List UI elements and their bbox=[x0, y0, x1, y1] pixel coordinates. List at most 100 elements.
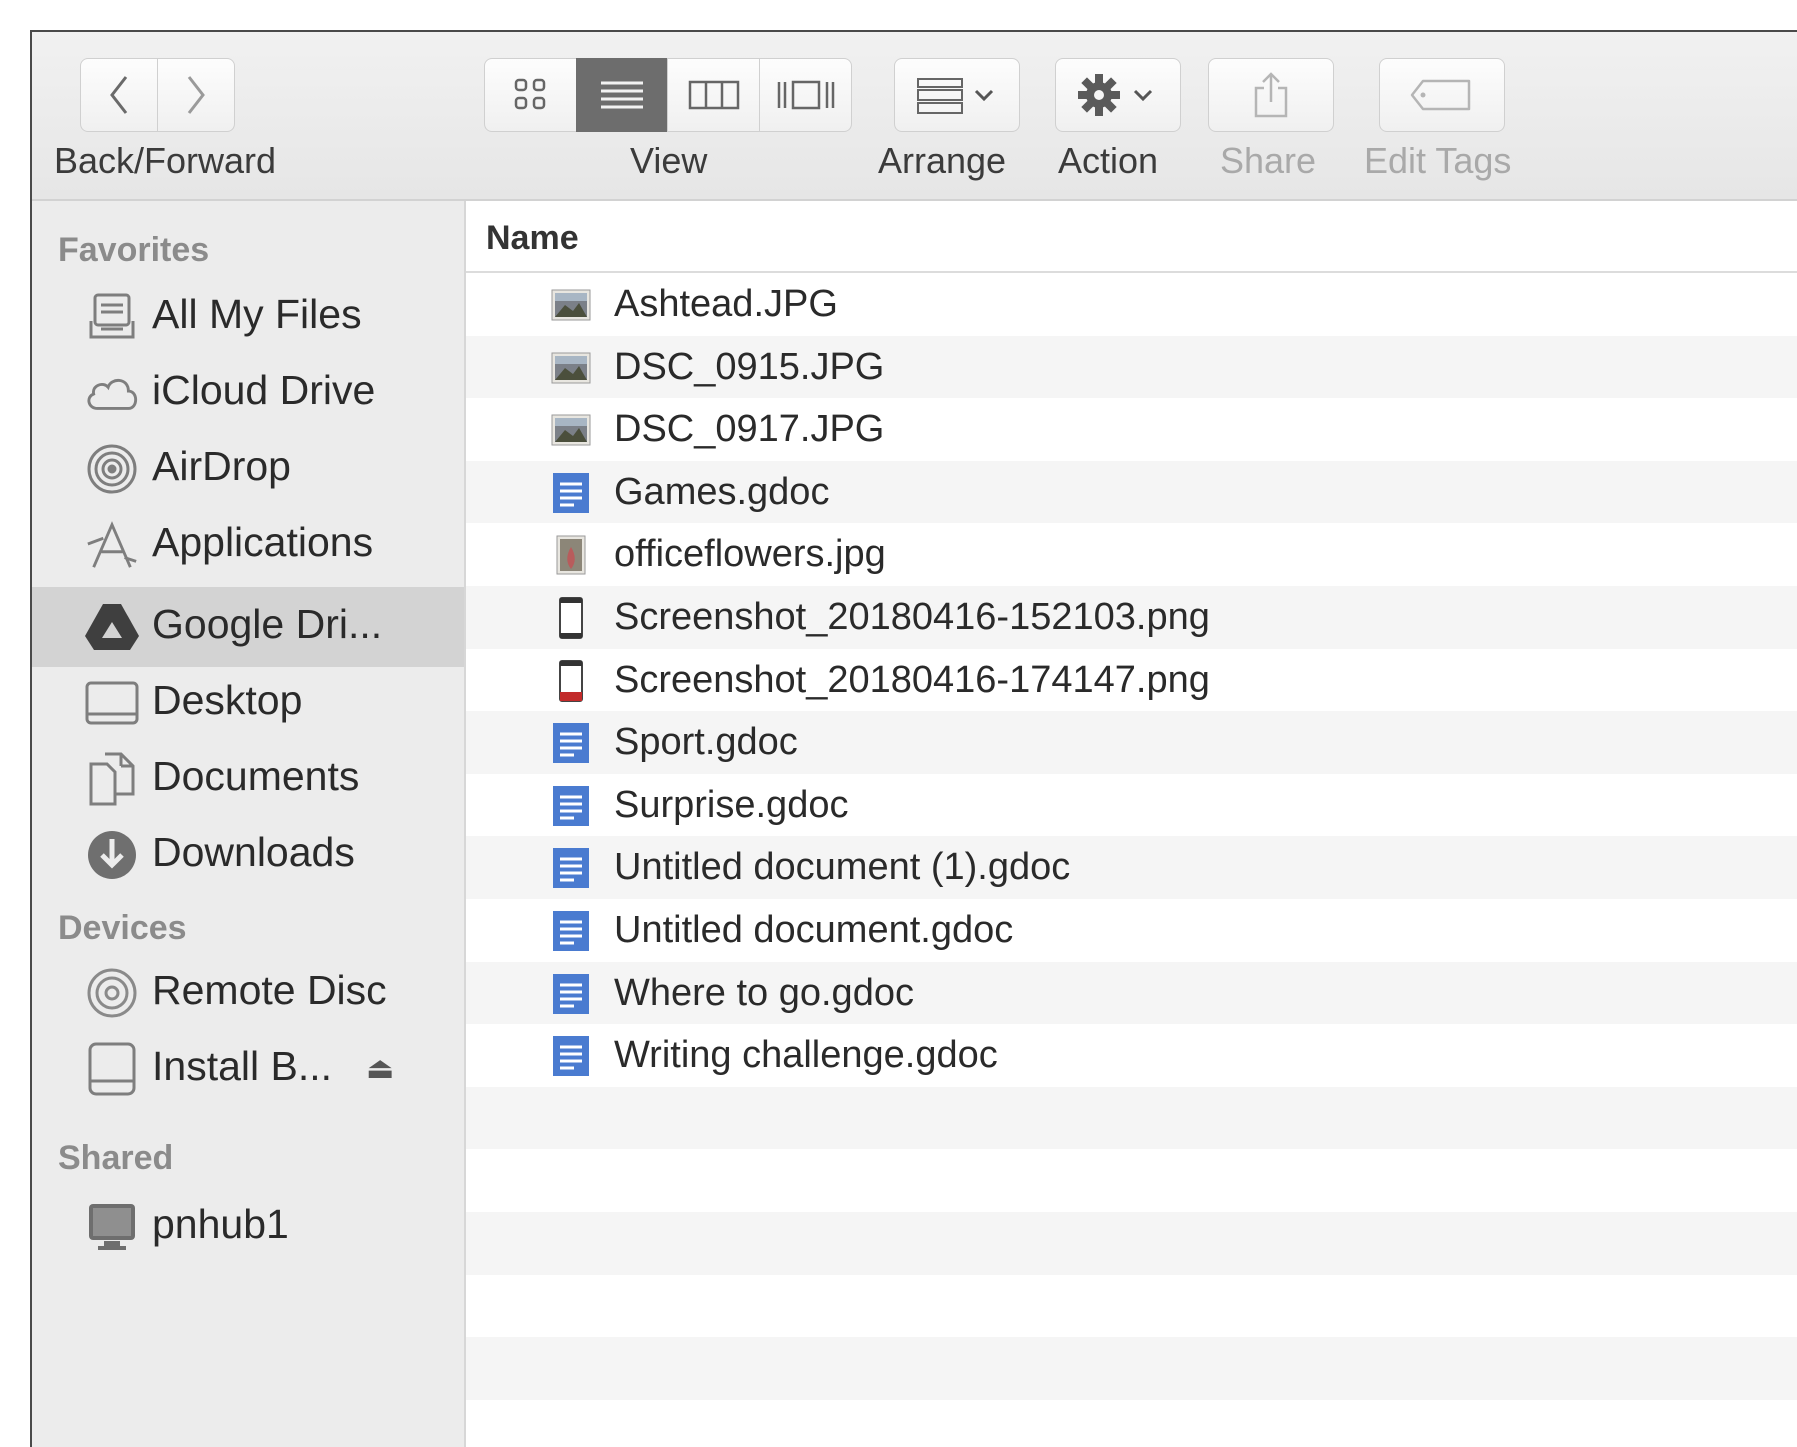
file-name: Games.gdoc bbox=[614, 470, 830, 513]
sidebar-item-pnhub1[interactable]: pnhub1 bbox=[32, 1187, 464, 1267]
file-name: Untitled document.gdoc bbox=[614, 908, 1014, 951]
sidebar-item-label: Desktop bbox=[152, 677, 303, 723]
image-file-icon bbox=[551, 285, 591, 325]
empty-row bbox=[466, 1337, 1797, 1400]
sidebar-item-airdrop[interactable]: AirDrop bbox=[32, 429, 464, 509]
name-column-header[interactable]: Name bbox=[466, 201, 1797, 273]
column-view-icon bbox=[688, 80, 739, 110]
file-row[interactable]: Untitled document.gdoc bbox=[466, 899, 1797, 962]
file-row[interactable]: Games.gdoc bbox=[466, 460, 1797, 524]
file-name: Surprise.gdoc bbox=[614, 783, 849, 826]
image-file-icon bbox=[551, 410, 591, 450]
airdrop-icon bbox=[84, 443, 140, 495]
name-column-label: Name bbox=[486, 219, 579, 257]
share-button[interactable] bbox=[1208, 58, 1334, 132]
sidebar-item-documents[interactable]: Documents bbox=[32, 739, 464, 819]
sidebar: Favorites All My Files iCloud Drive AirD… bbox=[32, 201, 466, 1447]
eject-icon[interactable]: ⏏ bbox=[366, 1051, 394, 1086]
file-row[interactable]: Where to go.gdoc bbox=[466, 961, 1797, 1025]
file-name: officeflowers.jpg bbox=[614, 533, 886, 576]
edit-tags-button[interactable] bbox=[1379, 58, 1505, 132]
sidebar-item-applications[interactable]: Applications bbox=[32, 505, 464, 585]
action-button[interactable] bbox=[1055, 58, 1181, 132]
google-doc-icon bbox=[551, 848, 591, 889]
google-doc-icon bbox=[551, 910, 591, 951]
file-name: Ashtead.JPG bbox=[614, 283, 838, 325]
file-name: DSC_0917.JPG bbox=[614, 408, 885, 451]
view-label: View bbox=[630, 140, 708, 181]
image-file-icon bbox=[551, 535, 591, 575]
google-doc-icon bbox=[551, 973, 591, 1014]
sidebar-item-label: AirDrop bbox=[152, 443, 291, 489]
applications-icon bbox=[84, 519, 140, 571]
sidebar-item-google-drive[interactable]: Google Dri... bbox=[32, 587, 464, 667]
back-forward-label: Back/Forward bbox=[54, 140, 277, 181]
file-name: Untitled document (1).gdoc bbox=[614, 846, 1071, 889]
empty-row bbox=[466, 1086, 1797, 1150]
arrange-label: Arrange bbox=[878, 140, 1007, 181]
cloud-icon bbox=[84, 367, 140, 419]
image-file-icon bbox=[551, 348, 591, 388]
sidebar-item-label: iCloud Drive bbox=[152, 367, 376, 413]
chevron-right-icon bbox=[187, 76, 205, 114]
sidebar-item-desktop[interactable]: Desktop bbox=[32, 663, 464, 743]
back-button[interactable] bbox=[80, 58, 158, 132]
file-name: Sport.gdoc bbox=[614, 721, 798, 764]
sidebar-item-label: Google Dri... bbox=[152, 601, 383, 647]
file-rows: Ashtead.JPG DSC_0915.JPG DSC_0917.JPG Games… bbox=[466, 273, 1797, 1447]
sidebar-item-remote-disc[interactable]: Remote Disc bbox=[32, 953, 464, 1033]
file-list: Name Ashtead.JPG DSC_0915.JPG DSC_0917.JPG… bbox=[466, 201, 1797, 1447]
sidebar-item-install-b[interactable]: Install B... ⏏ bbox=[32, 1029, 464, 1109]
sidebar-item-all-my-files[interactable]: All My Files bbox=[32, 277, 464, 357]
file-row[interactable]: officeflowers.jpg bbox=[466, 523, 1797, 586]
file-row[interactable]: DSC_0915.JPG bbox=[466, 335, 1797, 399]
gear-icon bbox=[1078, 74, 1153, 116]
arrange-button[interactable] bbox=[894, 58, 1020, 132]
empty-row bbox=[466, 1275, 1797, 1338]
file-name: Where to go.gdoc bbox=[614, 971, 914, 1014]
file-name: Screenshot_20180416-174147.png bbox=[614, 658, 1210, 701]
list-view-icon bbox=[601, 81, 643, 109]
google-drive-icon bbox=[84, 601, 140, 653]
sidebar-item-label: Remote Disc bbox=[152, 967, 387, 1013]
column-view-button[interactable] bbox=[667, 58, 760, 132]
sidebar-item-icloud-drive[interactable]: iCloud Drive bbox=[32, 353, 464, 433]
file-row[interactable]: Screenshot_20180416-152103.png bbox=[466, 585, 1797, 649]
file-row[interactable]: Sport.gdoc bbox=[466, 711, 1797, 774]
favorites-heading: Favorites bbox=[58, 231, 210, 269]
google-doc-icon bbox=[551, 472, 591, 513]
empty-row bbox=[466, 1211, 1797, 1275]
file-name: DSC_0915.JPG bbox=[614, 345, 885, 388]
google-doc-icon bbox=[551, 723, 591, 764]
icon-view-button[interactable] bbox=[484, 58, 577, 132]
share-icon bbox=[1254, 72, 1288, 118]
sidebar-item-downloads[interactable]: Downloads bbox=[32, 815, 464, 895]
finder-window: Back/Forward View Arrange Action Share E… bbox=[30, 30, 1797, 1447]
file-row[interactable]: Surprise.gdoc bbox=[466, 774, 1797, 837]
sidebar-item-label: Documents bbox=[152, 753, 360, 799]
edit-tags-label: Edit Tags bbox=[1364, 140, 1512, 181]
shared-heading: Shared bbox=[58, 1139, 174, 1177]
empty-row bbox=[466, 1149, 1797, 1212]
share-label: Share bbox=[1220, 140, 1317, 181]
devices-heading: Devices bbox=[58, 909, 187, 947]
toolbar: Back/Forward View Arrange Action Share E… bbox=[32, 32, 1797, 201]
sidebar-item-label: All My Files bbox=[152, 291, 362, 337]
all-files-icon bbox=[84, 291, 140, 343]
sidebar-item-label: Install B... bbox=[152, 1043, 333, 1089]
empty-row bbox=[466, 1400, 1797, 1447]
file-row[interactable]: Ashtead.JPG bbox=[466, 273, 1797, 336]
forward-button[interactable] bbox=[157, 58, 235, 132]
desktop-icon bbox=[84, 677, 140, 729]
file-row[interactable]: Untitled document (1).gdoc bbox=[466, 836, 1797, 899]
action-label: Action bbox=[1058, 140, 1159, 181]
list-view-button[interactable] bbox=[576, 58, 668, 132]
cover-flow-button[interactable] bbox=[759, 58, 852, 132]
screenshot-file-icon bbox=[551, 596, 591, 639]
file-row[interactable]: Writing challenge.gdoc bbox=[466, 1024, 1797, 1087]
file-row[interactable]: Screenshot_20180416-174147.png bbox=[466, 649, 1797, 712]
file-row[interactable]: DSC_0917.JPG bbox=[466, 398, 1797, 461]
disc-icon bbox=[84, 967, 140, 1019]
sidebar-item-label: Downloads bbox=[152, 829, 355, 875]
cover-flow-icon bbox=[777, 80, 834, 110]
